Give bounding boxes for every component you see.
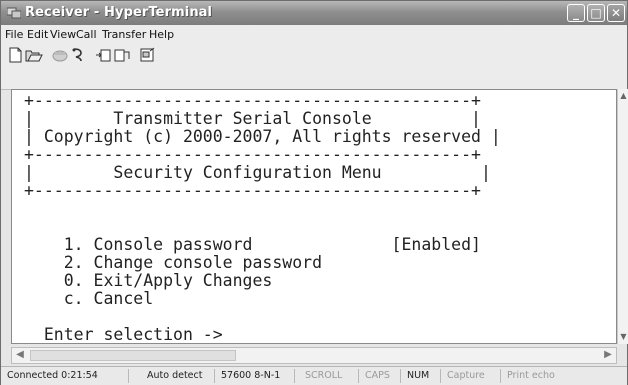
menu-call[interactable]: Call	[76, 28, 97, 41]
properties-icon[interactable]	[139, 47, 157, 63]
send-icon[interactable]	[95, 47, 113, 63]
status-print-echo: Print echo	[507, 370, 555, 381]
scroll-down-icon[interactable]: ▼	[619, 332, 628, 342]
status-caps: CAPS	[363, 369, 401, 383]
term-line: 2. Change console password	[24, 253, 323, 272]
term-line: | Copyright (c) 2000-2007, All rights re…	[24, 127, 501, 146]
status-connected: Connected 0:21:54	[5, 369, 129, 383]
title-bar[interactable]: Receiver - HyperTerminal _ □ ✕	[1, 1, 627, 25]
status-detect: Auto detect	[145, 369, 215, 383]
maximize-button[interactable]: □	[587, 4, 605, 22]
term-line: | Transmitter Serial Console |	[24, 109, 481, 128]
horizontal-scrollbar[interactable]: ◀ ▶	[11, 347, 617, 364]
window-title: Receiver - HyperTerminal	[25, 5, 213, 20]
term-line: +---------------------------------------…	[24, 181, 481, 200]
menu-transfer[interactable]: Transfer	[102, 28, 146, 41]
scroll-left-icon[interactable]: ◀	[14, 349, 26, 362]
term-line: Enter selection -> _	[24, 325, 243, 344]
term-line: +---------------------------------------…	[24, 91, 481, 110]
new-icon[interactable]	[7, 47, 25, 63]
term-line: | Security Configuration Menu |	[24, 163, 491, 182]
terminal-output: +---------------------------------------…	[24, 92, 501, 344]
scroll-right-icon[interactable]: ▶	[602, 349, 614, 362]
menu-view[interactable]: View	[50, 28, 76, 41]
term-line: c. Cancel	[24, 289, 154, 308]
term-line: 0. Exit/Apply Changes	[24, 271, 273, 290]
dial-icon[interactable]	[69, 47, 87, 63]
terminal-screen[interactable]: +---------------------------------------…	[11, 89, 617, 344]
status-settings: 57600 8-N-1	[219, 369, 295, 383]
hyperterminal-icon	[7, 7, 21, 19]
status-scroll: SCROLL	[303, 369, 359, 383]
scroll-up-icon[interactable]: ▲	[619, 91, 628, 101]
menu-file[interactable]: File	[5, 28, 23, 41]
status-capture: Capture	[445, 369, 501, 383]
receive-icon[interactable]	[113, 47, 131, 63]
toolbar	[1, 43, 627, 90]
status-num: NUM	[405, 369, 441, 383]
menu-help[interactable]: Help	[149, 28, 174, 41]
menu-edit[interactable]: Edit	[27, 28, 48, 41]
term-line: +---------------------------------------…	[24, 145, 481, 164]
menu-bar: File Edit View Call Transfer Help	[1, 25, 627, 43]
vertical-scrollbar[interactable]: ▲ ▼	[617, 89, 628, 344]
scroll-thumb[interactable]	[30, 350, 236, 361]
term-line: 1. Console password [Enabled]	[24, 235, 481, 254]
hyperterminal-window: Receiver - HyperTerminal _ □ ✕ File Edit…	[0, 0, 628, 385]
minimize-button[interactable]: _	[567, 4, 585, 22]
open-icon[interactable]	[25, 47, 43, 63]
close-button[interactable]: ✕	[607, 4, 625, 22]
status-bar: Connected 0:21:54 Auto detect 57600 8-N-…	[1, 366, 627, 385]
disconnect-icon[interactable]	[51, 47, 69, 63]
